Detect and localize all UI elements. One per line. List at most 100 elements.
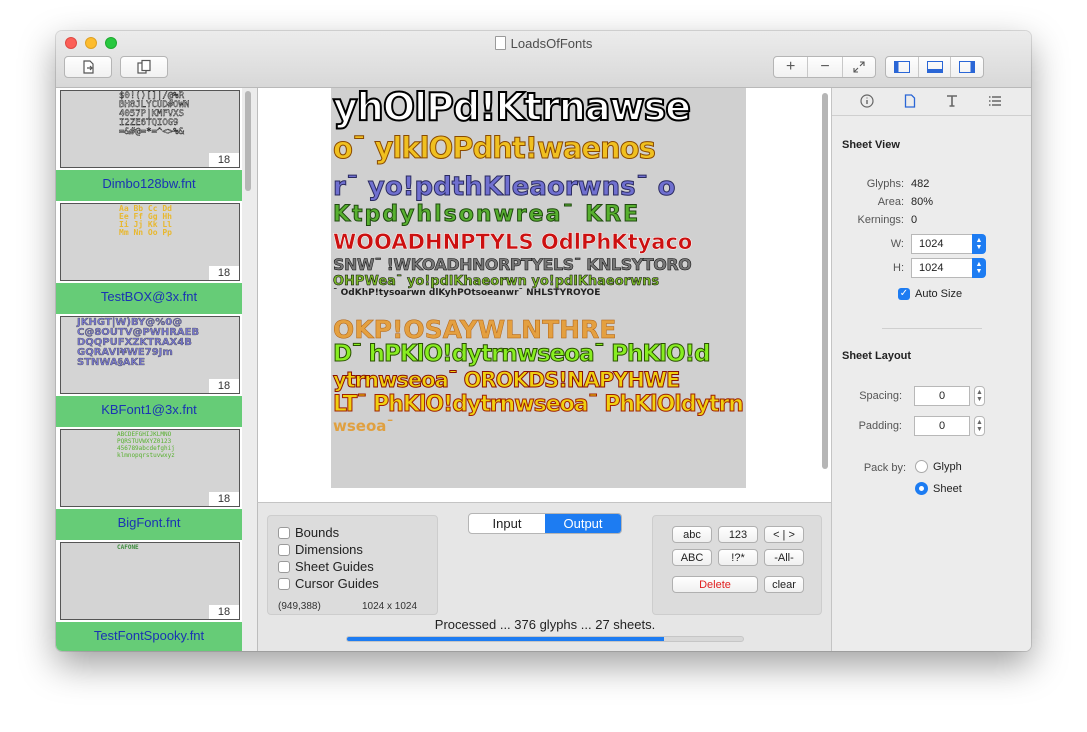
checkmark-icon[interactable]: ✓ xyxy=(898,288,910,300)
width-dropdown[interactable]: ▲ ▼ xyxy=(972,234,986,254)
canvas-vertical-scrollbar[interactable] xyxy=(822,93,828,469)
right-panel-icon xyxy=(959,61,976,73)
sheet-guides-checkbox[interactable]: Sheet Guides xyxy=(278,559,374,574)
width-label: W: xyxy=(890,238,904,250)
font-name-label: BigFont.fnt xyxy=(56,509,242,540)
cursor-guides-checkbox[interactable]: Cursor Guides xyxy=(278,576,379,591)
font-list-item[interactable]: Aa Bb Cc Dd Ee Ff Gg Hh Ii Jj Kk Ll Mm N… xyxy=(56,201,242,314)
checkbox-box[interactable] xyxy=(278,560,290,573)
font-preview-glyphs: CAFONE xyxy=(117,544,139,551)
chevron-up-icon: ▲ xyxy=(975,237,983,244)
glyph-row: ytrnwseoa¯ OROKDS!NAPYHWE xyxy=(332,368,680,392)
numbers-button[interactable]: 123 xyxy=(718,526,758,543)
titlebar: LoadsOfFonts + − xyxy=(56,31,1031,88)
guides-box: Bounds Dimensions Sheet Guides Cursor Gu… xyxy=(267,515,438,615)
lowercase-button[interactable]: abc xyxy=(672,526,712,543)
checkbox-box[interactable] xyxy=(278,526,290,539)
info-tab[interactable] xyxy=(859,93,875,109)
text-tab[interactable] xyxy=(944,93,960,109)
glyph-row: OKP!OSAYWLNTHRE xyxy=(333,315,617,344)
height-dropdown[interactable]: ▲ ▼ xyxy=(972,258,986,278)
app-window: LoadsOfFonts + − $0!()[]|/@%R BH8JLYCUD#… xyxy=(56,31,1031,651)
toggle-inspector-button[interactable] xyxy=(951,57,983,77)
glyph-count-badge: 18 xyxy=(209,153,239,167)
font-list-item[interactable]: $0!()[]|/@%R BH8JLYCUD#OWN 4057P|KMFVXS … xyxy=(56,88,242,201)
auto-size-checkbox[interactable]: ✓ Auto Size xyxy=(898,288,962,300)
dimensions-checkbox[interactable]: Dimensions xyxy=(278,542,363,557)
info-icon xyxy=(860,94,874,108)
glyphs-label: Glyphs: xyxy=(866,178,904,190)
pack-by-label: Pack by: xyxy=(863,462,906,474)
glyph-row: SNW¯ !WKOADHNORPTYELS¯ KNLSYTORO xyxy=(333,255,692,274)
sheet-canvas[interactable]: yhOlPd!Ktrnawse o¯ ylklOPdht!waenos r¯ y… xyxy=(257,88,832,502)
area-label: Area: xyxy=(877,196,904,208)
new-document-icon xyxy=(83,60,94,74)
kernings-value: 0 xyxy=(911,214,918,226)
toggle-sidebar-button[interactable] xyxy=(886,57,919,77)
plus-icon: + xyxy=(785,58,796,75)
checkbox-box[interactable] xyxy=(278,543,290,556)
left-panel-icon xyxy=(893,61,910,73)
window-title-text: LoadsOfFonts xyxy=(510,36,593,51)
height-field[interactable]: 1024 xyxy=(911,258,973,278)
toggle-bottom-panel-button[interactable] xyxy=(919,57,952,77)
spacing-label: Spacing: xyxy=(859,390,902,402)
area-value: 80% xyxy=(911,196,934,208)
symbols-button[interactable]: !?* xyxy=(718,549,758,566)
glyph-row: wseoa¯ xyxy=(333,417,394,435)
pack-by-sheet-radio[interactable]: Sheet xyxy=(915,482,962,495)
bounds-checkbox[interactable]: Bounds xyxy=(278,525,339,540)
padding-field[interactable]: 0 xyxy=(914,416,970,436)
glyph-row: Ktpdyhlsonwrea¯ KRE xyxy=(332,202,641,227)
font-preview-glyphs: JKHGT|W)BY@%0@ C@8OUTV@PWHRAEB DQQPUFXZK… xyxy=(77,317,200,368)
all-glyphs-button[interactable]: -All- xyxy=(764,549,804,566)
sheet-layout-heading: Sheet Layout xyxy=(842,350,912,362)
input-tab[interactable]: Input xyxy=(469,514,545,533)
font-list-sidebar[interactable]: $0!()[]|/@%R BH8JLYCUD#OWN 4057P|KMFVXS … xyxy=(56,88,242,651)
font-list-item[interactable]: JKHGT|W)BY@%0@ C@8OUTV@PWHRAEB DQQPUFXZK… xyxy=(56,314,242,427)
clear-button[interactable]: clear xyxy=(764,576,804,593)
font-name-label: TestFontSpooky.fnt xyxy=(56,622,242,651)
radio-button-selected[interactable] xyxy=(915,482,928,495)
list-tab[interactable] xyxy=(987,93,1003,109)
spacing-field[interactable]: 0 xyxy=(914,386,970,406)
chevron-down-icon: ▼ xyxy=(975,268,983,275)
radio-label: Glyph xyxy=(933,460,962,473)
font-name-label: Dimbo128bw.fnt xyxy=(56,170,242,201)
uppercase-button[interactable]: ABC xyxy=(672,549,712,566)
chevron-up-icon: ▲ xyxy=(975,261,983,268)
expand-icon xyxy=(853,61,865,73)
glyph-count-badge: 18 xyxy=(209,379,239,393)
font-preview-glyphs: ABCDEFGHIJKLMNO PQRSTUVWXYZ0123 456789ab… xyxy=(117,431,175,459)
width-field[interactable]: 1024 xyxy=(911,234,973,254)
pack-by-glyph-radio[interactable]: Glyph xyxy=(915,460,962,473)
font-name-label: KBFont1@3x.fnt xyxy=(56,396,242,427)
bottom-panel: Bounds Dimensions Sheet Guides Cursor Gu… xyxy=(257,502,832,651)
brackets-button[interactable]: < | > xyxy=(764,526,804,543)
checkbox-label: Cursor Guides xyxy=(295,576,379,591)
view-toggles xyxy=(885,56,984,78)
delete-button[interactable]: Delete xyxy=(672,576,758,593)
glyph-count-badge: 18 xyxy=(209,266,239,280)
zoom-fit-button[interactable] xyxy=(843,57,875,77)
chevron-down-icon: ▼ xyxy=(976,426,983,433)
duplicate-button[interactable] xyxy=(120,56,168,78)
new-document-button[interactable] xyxy=(64,56,112,78)
padding-stepper[interactable]: ▲ ▼ xyxy=(974,416,985,436)
minus-icon: − xyxy=(820,58,830,75)
radio-button[interactable] xyxy=(915,460,928,473)
output-tab[interactable]: Output xyxy=(545,514,621,533)
zoom-out-button[interactable]: − xyxy=(808,57,843,77)
spacing-stepper[interactable]: ▲ ▼ xyxy=(974,386,985,406)
document-tab[interactable] xyxy=(902,93,918,109)
inspector-panel: Sheet View Glyphs: 482 Area: 80% Kerning… xyxy=(831,88,1031,651)
sheet-size-readout: 1024 x 1024 xyxy=(362,601,418,612)
font-thumbnail: JKHGT|W)BY@%0@ C@8OUTV@PWHRAEB DQQPUFXZK… xyxy=(60,316,240,394)
font-list-item[interactable]: CAFONE 18 TestFontSpooky.fnt xyxy=(56,540,242,651)
font-list-item[interactable]: ABCDEFGHIJKLMNO PQRSTUVWXYZ0123 456789ab… xyxy=(56,427,242,540)
chevron-up-icon: ▲ xyxy=(976,389,983,396)
zoom-in-button[interactable]: + xyxy=(774,57,809,77)
checkbox-box[interactable] xyxy=(278,577,290,590)
sidebar-scroll-thumb[interactable] xyxy=(245,91,251,191)
glyph-row: o¯ ylklOPdht!waenos xyxy=(333,131,657,165)
